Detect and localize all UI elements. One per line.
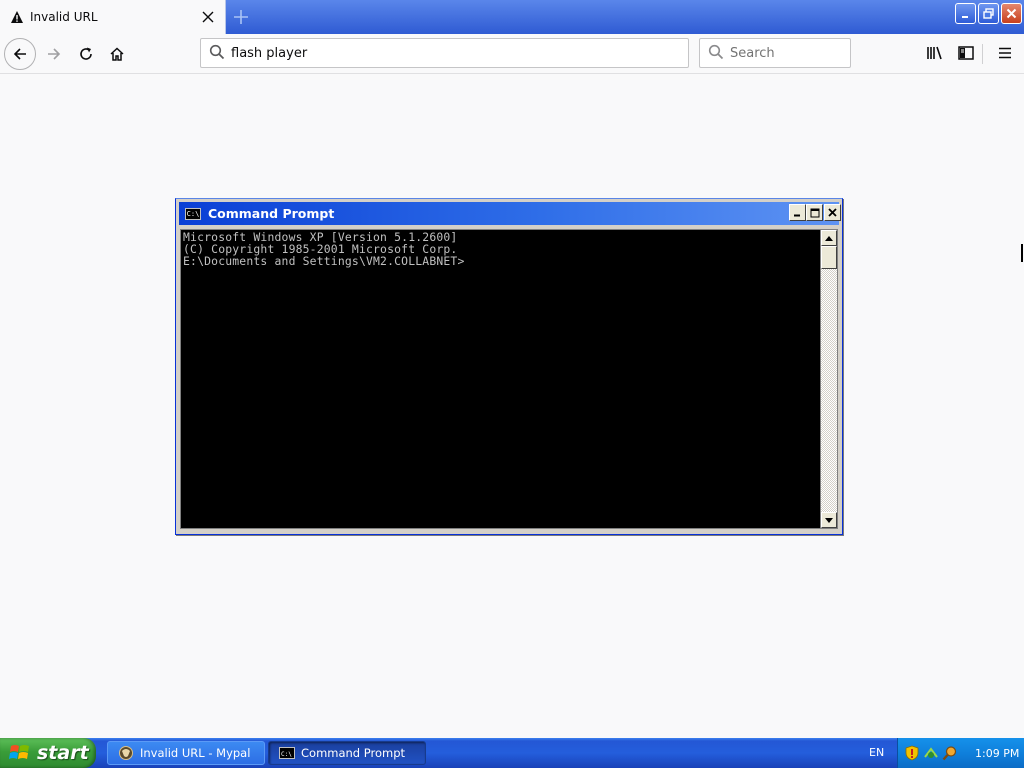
- text-cursor-icon: [1021, 244, 1023, 262]
- warning-icon: [10, 10, 24, 24]
- search-input[interactable]: [730, 45, 900, 61]
- console-icon: C:\: [279, 745, 295, 761]
- language-indicator[interactable]: EN: [869, 746, 884, 759]
- sidebar-icon[interactable]: [951, 38, 981, 68]
- clock: 1:09 PM: [975, 746, 1020, 760]
- home-icon[interactable]: [101, 38, 133, 70]
- close-icon[interactable]: [824, 204, 841, 221]
- magnifier-icon[interactable]: [942, 745, 958, 761]
- forward-arrow-icon[interactable]: [38, 38, 70, 70]
- reload-icon[interactable]: [70, 38, 102, 70]
- browser-tab-strip: Invalid URL: [0, 0, 1024, 34]
- system-tray: 1:09 PM: [897, 738, 1024, 768]
- scroll-track[interactable]: [821, 269, 837, 512]
- taskbar-item-command-prompt[interactable]: C:\ Command Prompt: [268, 741, 426, 765]
- search-bar[interactable]: [699, 38, 900, 68]
- minimize-icon[interactable]: [789, 204, 806, 221]
- maximize-icon[interactable]: [806, 204, 823, 221]
- vertical-scrollbar[interactable]: [820, 229, 838, 529]
- taskbar-item-label: Invalid URL - Mypal: [140, 746, 251, 760]
- start-label: start: [37, 742, 89, 764]
- security-shield-icon[interactable]: [904, 745, 920, 761]
- scroll-thumb[interactable]: [821, 246, 837, 269]
- tab-title: Invalid URL: [30, 10, 98, 24]
- back-arrow-icon[interactable]: [4, 38, 36, 70]
- window-controls: [955, 3, 1022, 24]
- command-prompt-window[interactable]: C:\ Command Prompt Microsoft Windows XP …: [175, 198, 843, 535]
- windows-logo-icon: [9, 742, 31, 764]
- close-icon[interactable]: [1001, 3, 1022, 24]
- start-button[interactable]: start: [0, 738, 96, 768]
- mypal-browser-icon: [118, 745, 134, 761]
- console-icon: C:\: [185, 207, 201, 220]
- url-input[interactable]: [231, 45, 688, 61]
- hamburger-menu-icon[interactable]: [990, 38, 1020, 68]
- restore-icon[interactable]: [978, 3, 999, 24]
- library-icon[interactable]: [920, 38, 950, 68]
- scroll-up-icon[interactable]: [821, 230, 837, 246]
- minimize-icon[interactable]: [955, 3, 976, 24]
- taskbar-item-mypal[interactable]: Invalid URL - Mypal: [107, 741, 265, 765]
- taskbar-item-label: Command Prompt: [301, 746, 406, 760]
- toolbar-separator: [982, 44, 983, 64]
- navigation-toolbar: [0, 34, 1024, 74]
- svg-text:C:\: C:\: [281, 751, 292, 758]
- search-icon: [708, 44, 724, 63]
- network-icon[interactable]: [923, 745, 939, 761]
- browser-tab-invalid-url[interactable]: Invalid URL: [0, 0, 226, 34]
- search-icon: [209, 44, 225, 63]
- console-prompt-line: E:\Documents and Settings\VM2.COLLABNET>: [183, 254, 465, 268]
- scroll-down-icon[interactable]: [821, 512, 837, 528]
- command-prompt-titlebar[interactable]: C:\ Command Prompt: [179, 202, 841, 225]
- close-tab-icon[interactable]: [197, 6, 219, 28]
- window-title: Command Prompt: [208, 206, 335, 221]
- url-bar[interactable]: [200, 38, 689, 68]
- plus-icon[interactable]: [228, 4, 254, 30]
- taskbar: start Invalid URL - Mypal C:\ Command Pr…: [0, 738, 1024, 768]
- console-output[interactable]: Microsoft Windows XP [Version 5.1.2600] …: [180, 229, 820, 529]
